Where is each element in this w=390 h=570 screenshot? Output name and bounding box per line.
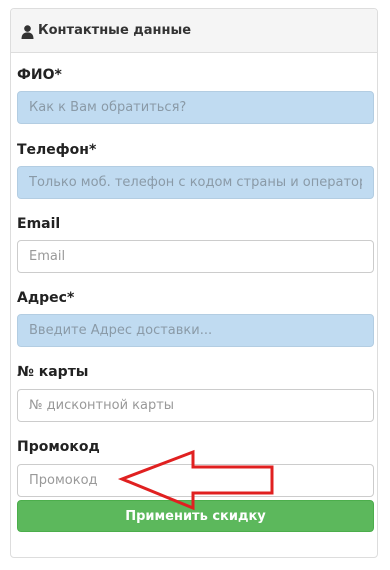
address-input[interactable] — [17, 314, 374, 347]
full-name-input[interactable] — [17, 91, 374, 124]
card-number-label: № карты — [17, 364, 89, 380]
phone-input[interactable] — [17, 166, 374, 199]
address-label: Адрес* — [17, 290, 75, 306]
contact-panel: Контактные данные ФИО* Телефон* Email Ад… — [10, 8, 378, 558]
apply-discount-button[interactable]: Применить скидку — [17, 500, 374, 532]
email-label: Email — [17, 216, 61, 232]
panel-title: Контактные данные — [38, 23, 192, 38]
email-input[interactable] — [17, 240, 374, 273]
panel-heading: Контактные данные — [11, 9, 377, 53]
user-icon — [21, 24, 34, 39]
promo-code-label: Промокод — [17, 439, 100, 455]
phone-label: Телефон* — [17, 142, 97, 158]
card-number-input[interactable] — [17, 389, 374, 422]
promo-code-input[interactable] — [17, 464, 374, 497]
full-name-label: ФИО* — [17, 67, 62, 83]
